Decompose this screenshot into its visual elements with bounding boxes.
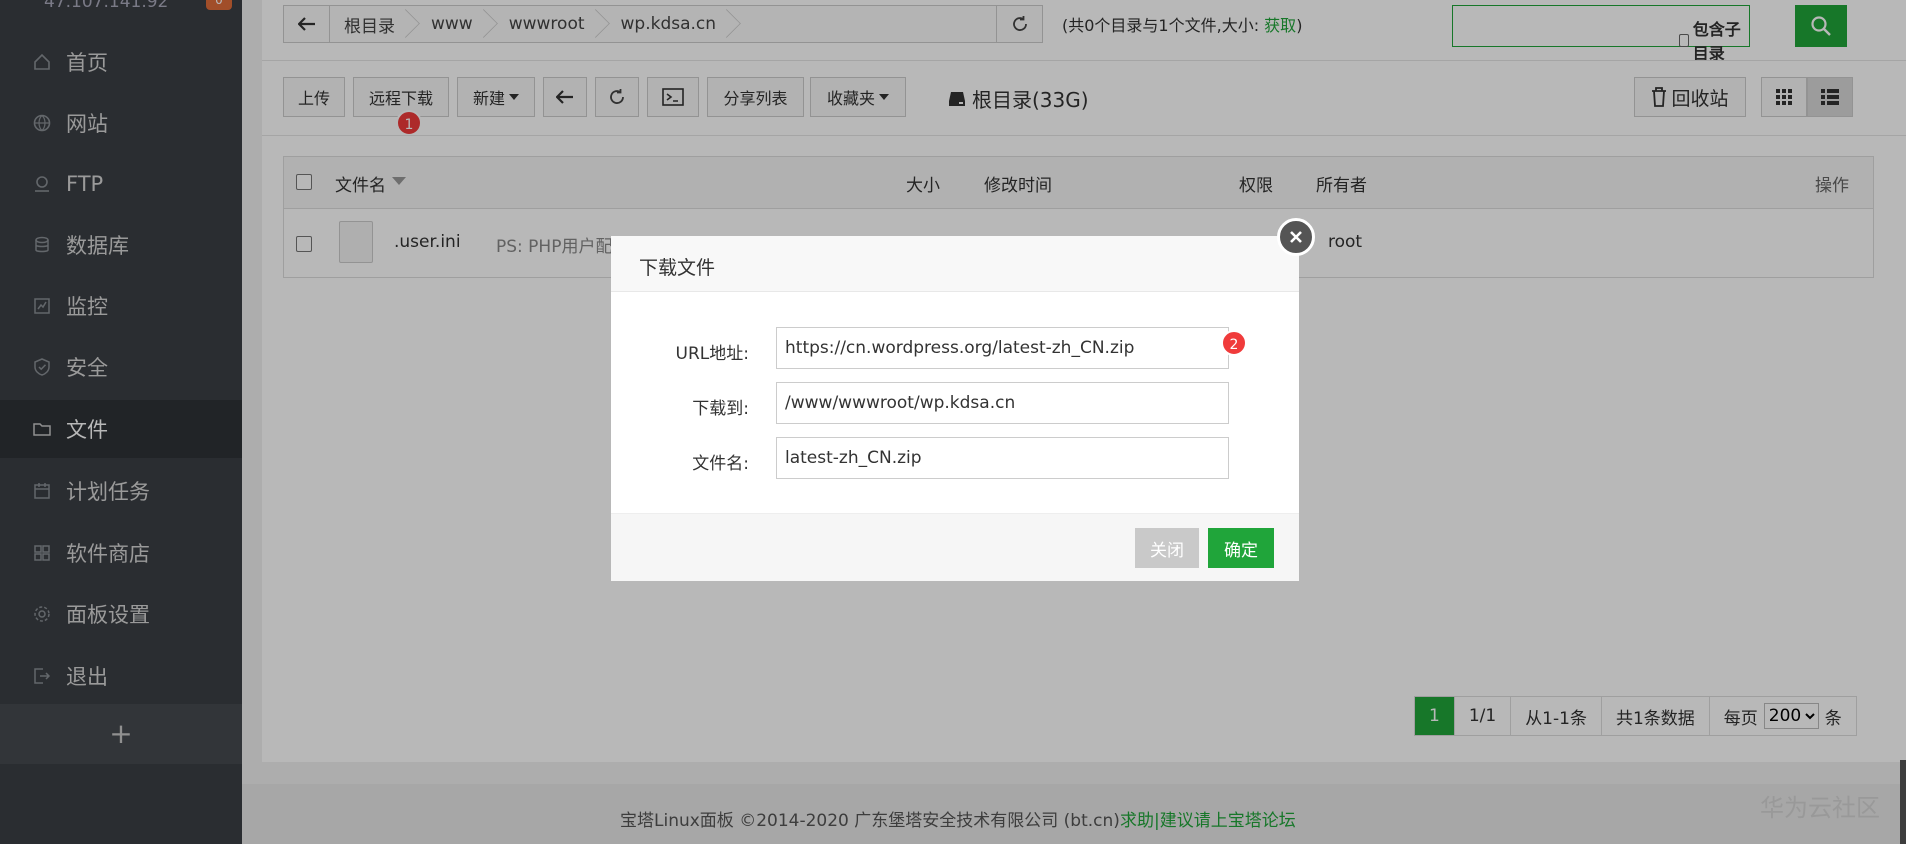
dest-row: 下载到:: [611, 382, 1299, 424]
dest-label: 下载到:: [692, 399, 749, 419]
watermark: 华为云社区: [1760, 794, 1880, 822]
filename-input[interactable]: [776, 437, 1229, 479]
dest-input[interactable]: [776, 382, 1229, 424]
dialog-close-button[interactable]: [1277, 218, 1315, 256]
url-input[interactable]: [776, 327, 1229, 369]
download-dialog: 下载文件 URL地址: 2 下载到: 文件名: 关闭 确定: [611, 236, 1299, 581]
confirm-button[interactable]: 确定: [1208, 528, 1274, 568]
dialog-title: 下载文件: [639, 257, 716, 279]
filename-row: 文件名:: [611, 437, 1299, 479]
url-row: URL地址:: [611, 327, 1299, 369]
url-label: URL地址:: [675, 344, 749, 364]
step-badge: 2: [1221, 330, 1247, 356]
close-icon: [1290, 231, 1302, 243]
filename-label: 文件名:: [692, 454, 749, 474]
dialog-footer: 关闭 确定: [611, 513, 1299, 581]
dialog-header: 下载文件: [611, 236, 1299, 292]
close-button[interactable]: 关闭: [1135, 528, 1199, 568]
